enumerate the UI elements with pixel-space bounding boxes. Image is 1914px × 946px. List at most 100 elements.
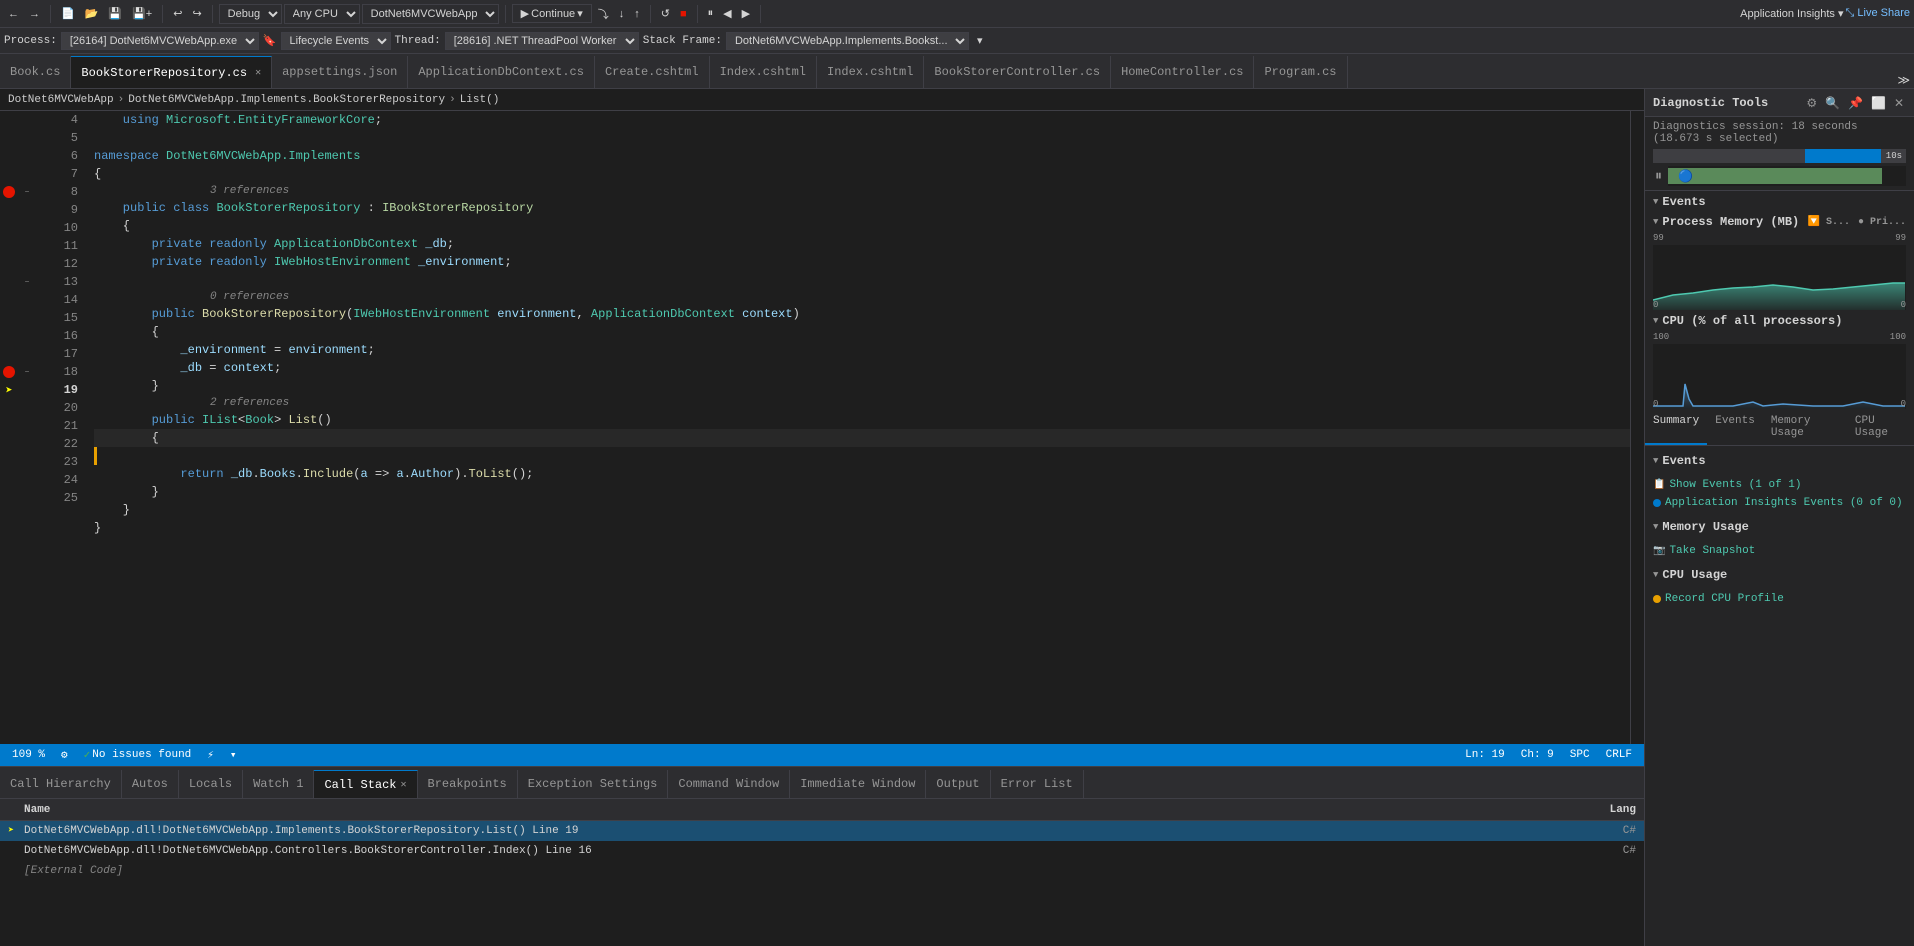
take-snapshot-link[interactable]: 📷 Take Snapshot [1645,542,1914,560]
tab-appsettings[interactable]: appsettings.json [272,56,408,88]
step-into-btn[interactable]: ↓ [615,6,629,22]
bottom-tab-exception-settings[interactable]: Exception Settings [518,770,669,798]
bottom-tab-locals[interactable]: Locals [179,770,243,798]
save-btn[interactable]: 💾 [104,5,126,22]
app-insights-events-link[interactable]: Application Insights Events (0 of 0) [1645,494,1914,512]
tab-overflow[interactable]: ≫ [1893,73,1914,88]
bottom-tab-immediate-window[interactable]: Immediate Window [790,770,926,798]
process-dropdown[interactable]: [26164] DotNet6MVCWebApp.exe [61,32,259,50]
app-insights-btn[interactable]: Application Insights ▾ [1740,7,1843,20]
call-stack-label: Call Stack [324,778,396,792]
record-cpu-link[interactable]: Record CPU Profile [1645,590,1914,608]
close-icon-btn[interactable]: ✕ [1892,94,1906,112]
margin-24 [18,471,36,489]
status-ch[interactable]: Ch: 9 [1517,749,1558,761]
thread-dropdown[interactable]: [28616] .NET ThreadPool Worker [445,32,639,50]
debug-dropdown[interactable]: Debug [219,4,282,24]
save-all-btn[interactable]: 💾+ [128,5,156,22]
memory-section-header[interactable]: ▼ Process Memory (MB) 🔽 S... ● Pri... [1645,213,1914,231]
breadcrumb-method[interactable]: List() [460,94,500,106]
status-settings-icon[interactable]: ⚙ [57,748,72,762]
ln-16: 16 [36,327,86,345]
tab-applicationdb[interactable]: ApplicationDbContext.cs [408,56,595,88]
maximize-icon-btn[interactable]: ⬜ [1869,94,1888,112]
watch-label: Watch 1 [253,777,303,791]
status-crlf[interactable]: CRLF [1602,749,1636,761]
bottom-tab-call-hierarchy[interactable]: Call Hierarchy [0,770,122,798]
step-fwd-btn[interactable]: ▶ [738,5,754,22]
restart-btn[interactable]: ↺ [657,5,674,22]
status-ln[interactable]: Ln: 19 [1461,749,1509,761]
diag-tab-cpu[interactable]: CPU Usage [1847,411,1914,445]
collapse-18[interactable]: − [25,368,30,377]
collapse-8[interactable]: − [25,188,30,197]
bottom-tab-call-stack[interactable]: Call Stack ✕ [314,770,417,798]
cpu-dropdown[interactable]: Any CPU [284,4,360,24]
summary-events-section[interactable]: ▼ Events [1653,450,1906,472]
breadcrumb-project[interactable]: DotNet6MVCWebApp [8,94,114,106]
tab-bookstorerep-close[interactable]: ✕ [255,67,261,79]
tab-homecontroller[interactable]: HomeController.cs [1111,56,1254,88]
step-back-btn[interactable]: ◀ [719,5,735,22]
live-share-btn[interactable]: ⤡ Live Share [1846,7,1910,20]
timeline-bar[interactable]: 10s [1653,149,1906,163]
tab-bookstorercontroller[interactable]: BookStorerController.cs [924,56,1111,88]
bottom-tab-autos[interactable]: Autos [122,770,179,798]
bottom-tab-output[interactable]: Output [926,770,990,798]
tab-program[interactable]: Program.cs [1254,56,1347,88]
status-zoom[interactable]: 109 % [8,749,49,761]
stack-frame-dropdown[interactable]: DotNet6MVCWebApp.Implements.Bookst... [726,32,969,50]
project-dropdown[interactable]: DotNet6MVCWebApp [362,4,499,24]
events-section-header[interactable]: ▼ Events [1645,191,1914,213]
new-btn[interactable]: 📄 [57,5,79,22]
search-icon-btn[interactable]: 🔍 [1823,94,1842,112]
bottom-tab-error-list[interactable]: Error List [991,770,1084,798]
undo-btn[interactable]: ↩ [169,5,186,22]
breadcrumb-namespace[interactable]: DotNet6MVCWebApp.Implements.BookStorerRe… [128,94,445,106]
tab-create[interactable]: Create.cshtml [595,56,710,88]
memory-filter-icon[interactable]: 🔽 S... [1808,216,1850,228]
bottom-tab-call-stack-close[interactable]: ✕ [401,779,407,791]
redo-btn[interactable]: ↪ [188,5,205,22]
pin-icon-btn[interactable]: 📌 [1846,94,1865,112]
call-stack-row-1[interactable]: ➤ DotNet6MVCWebApp.dll!DotNet6MVCWebApp.… [0,821,1644,841]
call-stack-row-2[interactable]: DotNet6MVCWebApp.dll!DotNet6MVCWebApp.Co… [0,841,1644,861]
status-filter[interactable]: ⚡ [203,748,218,762]
tab-index1[interactable]: Index.cshtml [710,56,817,88]
status-dropdown[interactable]: ▾ [226,748,241,762]
code-content[interactable]: using Microsoft.EntityFrameworkCore; nam… [86,111,1630,744]
open-btn[interactable]: 📂 [81,5,103,22]
pause-events-btn[interactable]: ⏸ [1653,165,1664,186]
stack-frame-arrow-btn[interactable]: ▾ [973,32,987,49]
breakpoint-8[interactable] [3,186,15,198]
step-out-btn[interactable]: ↑ [630,6,644,22]
status-spc[interactable]: SPC [1566,749,1594,761]
collapse-13[interactable]: − [25,278,30,287]
bottom-tab-breakpoints[interactable]: Breakpoints [418,770,518,798]
step-over-btn[interactable]: ⤵ [594,4,613,24]
code-editor[interactable]: ➤ − − [0,111,1644,744]
continue-btn[interactable]: ▶ Continue ▾ [512,4,592,23]
tab-book-cs[interactable]: Book.cs [0,56,71,88]
call-stack-row-3[interactable]: [External Code] [0,861,1644,881]
bottom-tab-command-window[interactable]: Command Window [668,770,790,798]
status-no-issues[interactable]: ✓ No issues found [80,748,196,762]
vertical-scrollbar[interactable] [1630,111,1644,744]
pause-btn[interactable]: ⏸ [704,5,718,22]
memory-summary-header[interactable]: ▼ Memory Usage [1653,516,1906,538]
tab-index2[interactable]: Index.cshtml [817,56,924,88]
lifecycle-dropdown[interactable]: Lifecycle Events [281,32,391,50]
cpu-section-header[interactable]: ▼ CPU (% of all processors) [1645,312,1914,330]
forward-btn[interactable]: → [25,6,44,22]
diag-tab-memory[interactable]: Memory Usage [1763,411,1847,445]
cpu-summary-header[interactable]: ▼ CPU Usage [1653,564,1906,586]
tab-bookstorerep[interactable]: BookStorerRepository.cs ✕ [71,56,272,88]
show-events-link[interactable]: 📋 Show Events (1 of 1) [1645,476,1914,494]
bottom-tab-watch[interactable]: Watch 1 [243,770,314,798]
back-btn[interactable]: ← [4,6,23,22]
stop-btn[interactable]: ■ [676,6,691,22]
settings-icon-btn[interactable]: ⚙ [1804,94,1819,112]
diag-tab-events[interactable]: Events [1707,411,1763,445]
breakpoint-18[interactable] [3,366,15,378]
diag-tab-summary[interactable]: Summary [1645,411,1707,445]
